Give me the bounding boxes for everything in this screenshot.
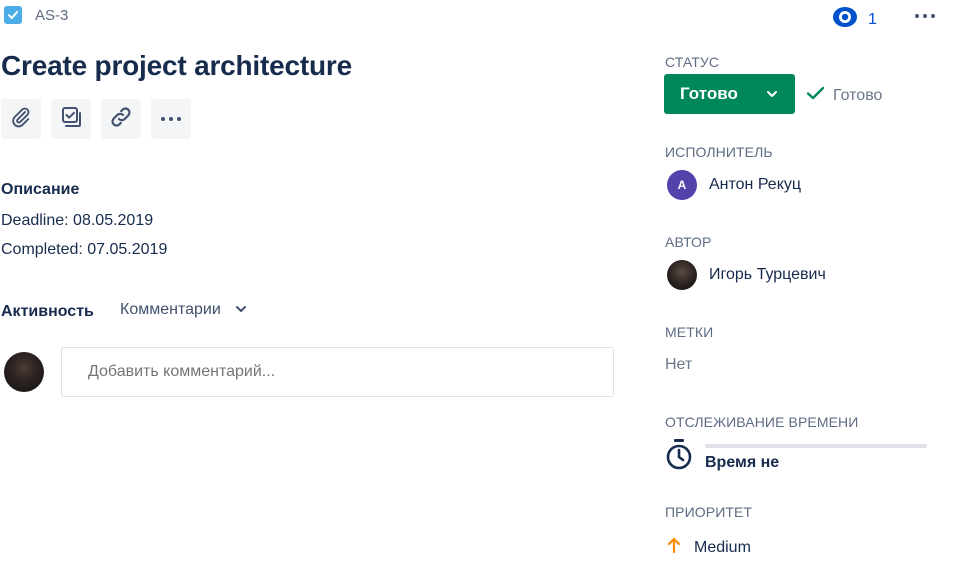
- status-dropdown-button[interactable]: Готово: [664, 74, 795, 114]
- reporter-label: АВТОР: [665, 234, 712, 250]
- priority-value: Medium: [694, 538, 751, 556]
- labels-label: МЕТКИ: [665, 324, 714, 340]
- arrow-up-icon: [667, 536, 681, 559]
- reporter-avatar: [667, 260, 697, 290]
- more-icon-dot: [931, 14, 935, 18]
- time-tracking-value: Время не: [705, 454, 780, 471]
- assignee-avatar: А: [667, 170, 697, 200]
- checkmark-icon: [806, 85, 826, 106]
- assignee-field[interactable]: А Антон Рекуц: [667, 170, 801, 200]
- issue-key[interactable]: AS-3: [35, 7, 68, 24]
- more-toolbar-button[interactable]: [151, 99, 191, 139]
- more-icon: [161, 117, 181, 121]
- watch-button[interactable]: 1: [832, 6, 877, 33]
- priority-field[interactable]: Medium: [667, 536, 751, 559]
- link-issue-button[interactable]: [101, 99, 141, 139]
- more-actions-button[interactable]: [911, 6, 939, 26]
- attach-button[interactable]: [1, 99, 41, 139]
- resolution: Готово: [806, 85, 882, 106]
- time-tracking-field[interactable]: Время не: [665, 439, 930, 475]
- description-line[interactable]: Deadline: 08.05.2019: [1, 212, 153, 230]
- resolution-value: Готово: [833, 86, 883, 104]
- chevron-down-icon: [766, 84, 778, 104]
- comment-input[interactable]: [61, 347, 614, 397]
- time-tracking-label: ОТСЛЕЖИВАНИЕ ВРЕМЕНИ: [665, 414, 859, 430]
- description-line[interactable]: Completed: 07.05.2019: [1, 241, 167, 259]
- current-user-avatar: [4, 352, 44, 392]
- eye-icon: [832, 6, 858, 33]
- stopwatch-icon: [665, 439, 693, 476]
- time-progress-bar: [705, 444, 927, 448]
- more-icon: [915, 14, 919, 18]
- checkbox-task-icon: [4, 6, 22, 24]
- description-heading: Описание: [1, 181, 80, 198]
- chevron-down-icon: [235, 301, 247, 319]
- more-icon-dot: [161, 117, 165, 121]
- paperclip-icon: [10, 106, 32, 133]
- create-subtask-button[interactable]: [51, 99, 91, 139]
- reporter-name: Игорь Турцевич: [709, 266, 826, 283]
- status-value: Готово: [680, 84, 738, 103]
- assignee-label: ИСПОЛНИТЕЛЬ: [665, 144, 773, 160]
- watcher-count: 1: [868, 10, 877, 28]
- subtask-icon: [59, 105, 83, 134]
- more-icon-dot: [169, 117, 173, 121]
- more-icon-dot: [177, 117, 181, 121]
- status-label: СТАТУС: [665, 54, 720, 70]
- activity-filter-value: Комментарии: [120, 301, 221, 318]
- more-icon-dot: [923, 14, 927, 18]
- priority-label: ПРИОРИТЕТ: [665, 504, 753, 520]
- labels-field[interactable]: Нет: [665, 356, 692, 374]
- link-icon: [109, 105, 133, 134]
- activity-heading: Активность: [1, 303, 94, 320]
- issue-toolbar: [1, 99, 191, 139]
- issue-key-link[interactable]: AS-3: [4, 6, 68, 24]
- activity-filter-dropdown[interactable]: Комментарии: [120, 301, 247, 319]
- assignee-name: Антон Рекуц: [709, 176, 802, 193]
- issue-title[interactable]: Create project architecture: [1, 50, 352, 82]
- reporter-field[interactable]: Игорь Турцевич: [667, 260, 826, 290]
